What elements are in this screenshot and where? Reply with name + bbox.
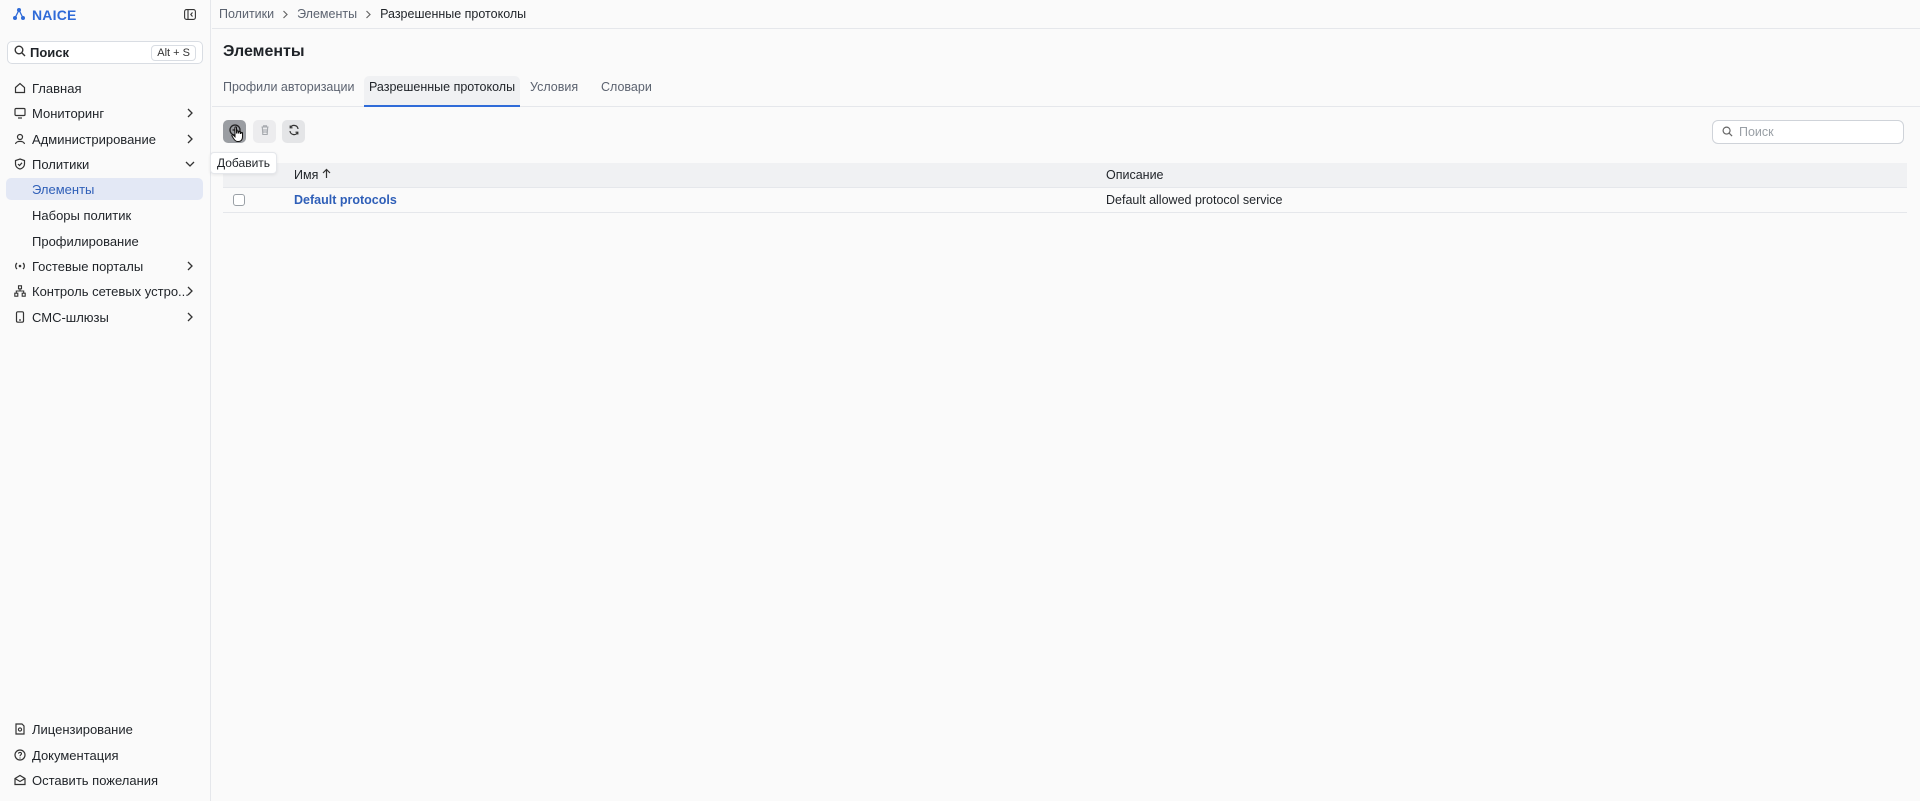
tabs: Профили авторизации Разрешенные протокол… — [212, 76, 1920, 107]
tab-allowed-protocols[interactable]: Разрешенные протоколы — [364, 76, 521, 107]
add-tooltip: Добавить — [210, 152, 278, 174]
breadcrumb-item-current: Разрешенные протоколы — [380, 7, 527, 21]
license-icon — [13, 723, 26, 736]
mouse-cursor-icon — [231, 126, 245, 146]
mail-icon — [13, 774, 26, 787]
nav-item-documentation[interactable]: Документация — [6, 744, 203, 766]
search-icon — [1722, 125, 1733, 140]
brand[interactable]: NAICE — [12, 5, 77, 25]
nav-item-guest-portals[interactable]: Гостевые порталы — [6, 255, 203, 277]
tab-dictionaries[interactable]: Словари — [596, 76, 657, 106]
wifi-icon — [13, 260, 26, 273]
row-name-link[interactable]: Default protocols — [294, 188, 397, 213]
refresh-icon — [288, 124, 300, 139]
chevron-right-icon — [183, 132, 197, 146]
nav-item-label: Мониторинг — [32, 105, 105, 121]
table-search-input[interactable] — [1739, 125, 1889, 139]
nav-item-label: Документация — [32, 747, 119, 763]
nav-item-sms-gateways[interactable]: СМС-шлюзы — [6, 306, 203, 328]
chevron-right-icon — [183, 106, 197, 120]
search-icon — [14, 45, 26, 60]
nav-item-label: Главная — [32, 80, 82, 96]
column-header-name[interactable]: Имя — [294, 163, 331, 188]
row-description: Default allowed protocol service — [1106, 193, 1283, 207]
main-content: Политики Элементы Разрешенные протоколы … — [210, 0, 1920, 801]
column-header-description[interactable]: Описание — [1106, 163, 1164, 188]
chevron-right-icon — [365, 10, 372, 19]
help-icon — [13, 749, 26, 762]
chevron-right-icon — [282, 10, 289, 19]
sidebar-search[interactable]: Поиск Alt + S — [7, 41, 203, 64]
column-description-label: Описание — [1106, 168, 1164, 182]
nav-item-network-devices[interactable]: Контроль сетевых устро... — [6, 280, 203, 302]
breadcrumb: Политики Элементы Разрешенные протоколы — [212, 0, 1920, 29]
nav-item-label: Гостевые порталы — [32, 258, 144, 274]
nav-item-administration[interactable]: Администрирование — [6, 128, 203, 150]
chevron-right-icon — [183, 284, 197, 298]
tab-conditions[interactable]: Условия — [525, 76, 583, 106]
user-icon — [13, 133, 26, 146]
nav-item-label: Лицензирование — [32, 721, 133, 737]
nav-item-label: СМС-шлюзы — [32, 309, 109, 325]
column-name-label: Имя — [294, 168, 319, 182]
sidebar-collapse-icon[interactable] — [182, 6, 198, 22]
refresh-button[interactable] — [282, 120, 305, 143]
sort-ascending-icon — [322, 163, 331, 188]
network-icon — [13, 285, 26, 298]
home-icon — [13, 82, 26, 95]
breadcrumb-item-elements[interactable]: Элементы — [297, 7, 357, 21]
chevron-right-icon — [183, 259, 197, 273]
sub-item-label: Элементы — [32, 181, 95, 197]
table-header: Имя Описание — [223, 161, 1907, 188]
search-label: Поиск — [30, 45, 70, 60]
page-title: Элементы — [223, 43, 305, 60]
sidebar-item-profiling[interactable]: Профилирование — [6, 230, 203, 252]
nav-item-label: Оставить пожелания — [32, 772, 159, 788]
chevron-down-icon — [183, 157, 197, 171]
shield-icon — [13, 158, 26, 171]
nav-item-home[interactable]: Главная — [6, 77, 203, 99]
monitor-icon — [13, 107, 26, 120]
search-shortcut: Alt + S — [151, 45, 196, 61]
table-row[interactable]: Default protocols Default allowed protoc… — [223, 188, 1907, 213]
logo-icon — [12, 7, 26, 24]
data-table: Имя Описание Default protocols Default a… — [223, 161, 1907, 213]
nav-item-label: Контроль сетевых устро... — [32, 283, 189, 299]
trash-icon — [259, 124, 271, 139]
nav-item-feedback[interactable]: Оставить пожелания — [6, 769, 203, 791]
nav-item-monitoring[interactable]: Мониторинг — [6, 102, 203, 124]
nav-item-label: Администрирование — [32, 131, 156, 147]
nav-item-licensing[interactable]: Лицензирование — [6, 718, 203, 740]
sub-item-label: Профилирование — [32, 233, 139, 249]
phone-icon — [13, 311, 26, 324]
nav-item-policies[interactable]: Политики — [6, 153, 203, 175]
breadcrumb-item-policies[interactable]: Политики — [219, 7, 274, 21]
sidebar-item-elements[interactable]: Элементы — [6, 178, 203, 200]
sub-item-label: Наборы политик — [32, 207, 132, 223]
table-search[interactable] — [1712, 120, 1904, 144]
row-checkbox[interactable] — [233, 194, 245, 206]
nav-item-label: Политики — [32, 156, 90, 172]
tab-auth-profiles[interactable]: Профили авторизации — [218, 76, 360, 106]
chevron-right-icon — [183, 310, 197, 324]
app-name: NAICE — [32, 7, 77, 23]
sidebar-item-policy-sets[interactable]: Наборы политик — [6, 204, 203, 226]
sidebar: NAICE Поиск Alt + S Главная Мониторинг А… — [0, 0, 211, 801]
delete-button[interactable] — [253, 120, 276, 143]
